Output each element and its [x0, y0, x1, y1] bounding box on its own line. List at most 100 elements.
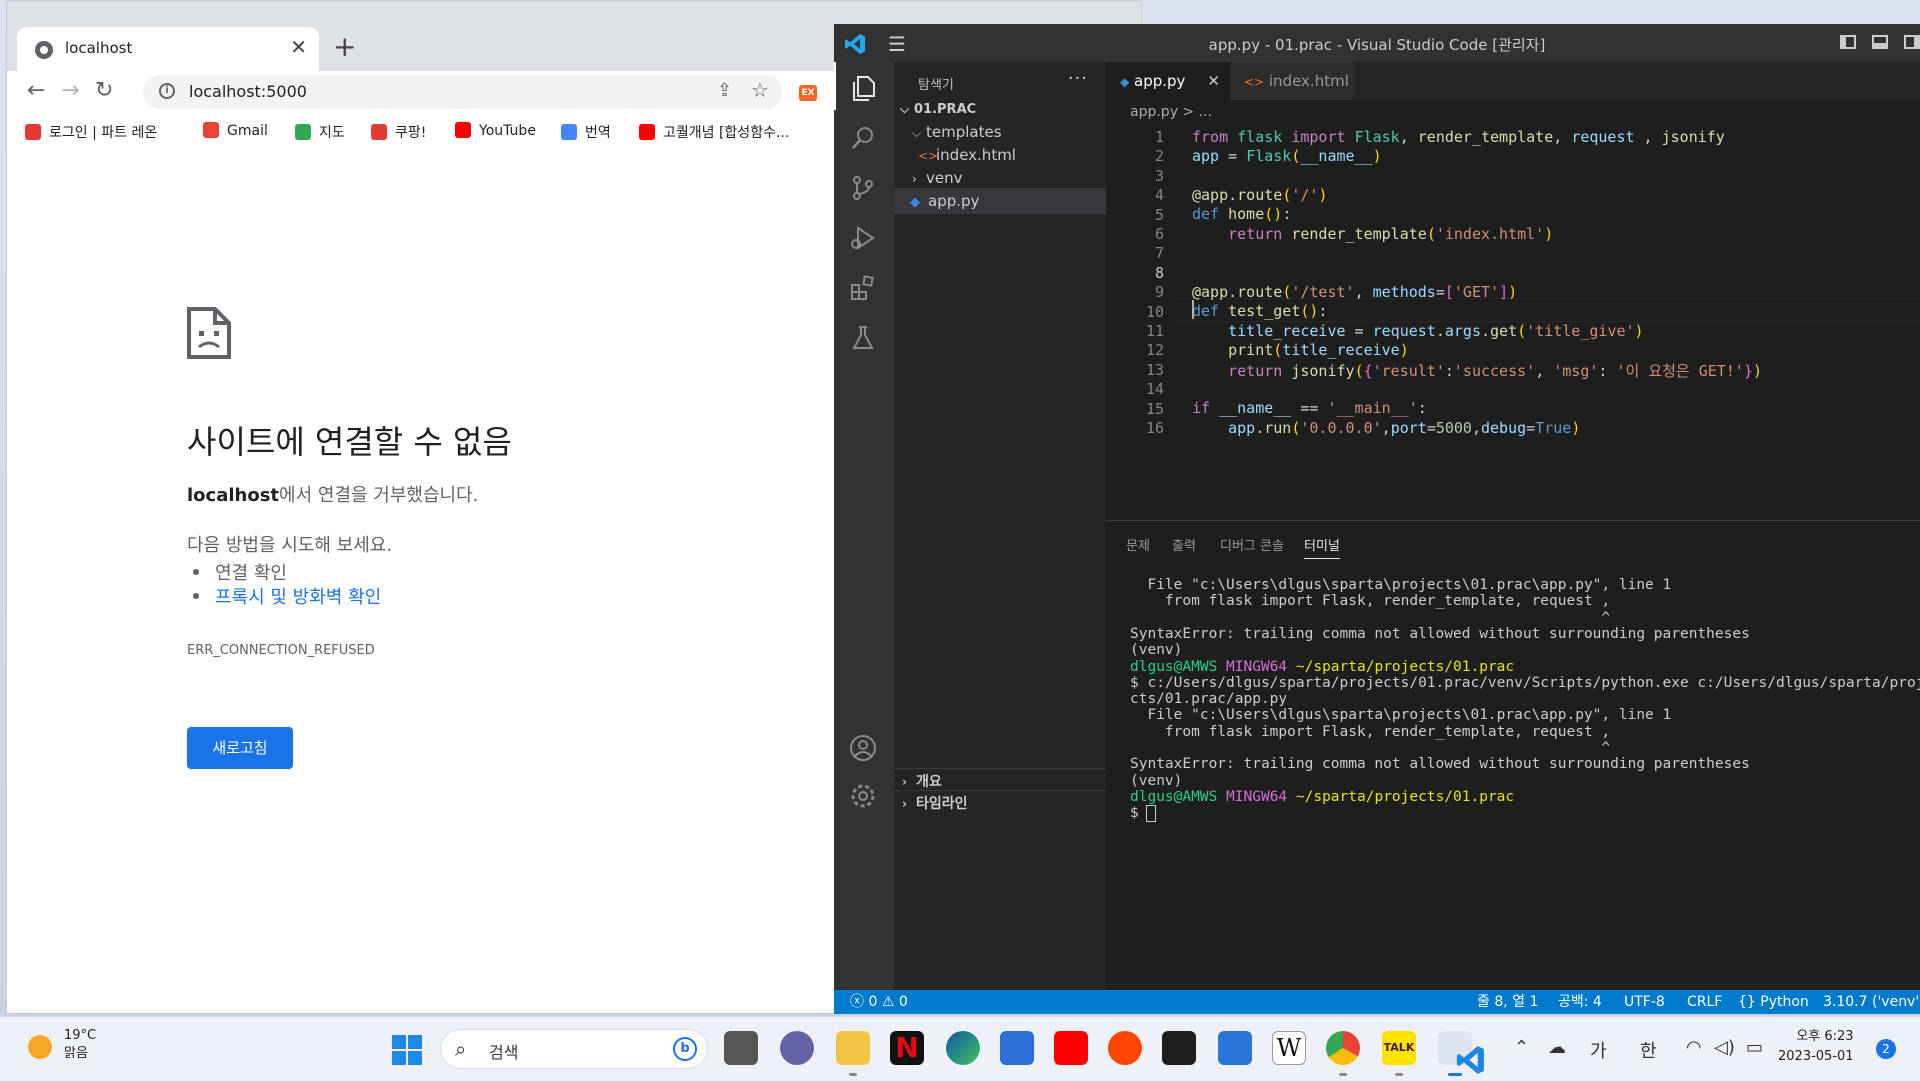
extensions-activity-icon[interactable] [834, 262, 894, 310]
timeline-section[interactable]: › 타임라인 [894, 790, 1106, 817]
python-interpreter[interactable]: 3.10.7 ('venv': [1823, 990, 1920, 1014]
run-debug-activity-icon[interactable] [834, 212, 894, 260]
code-line-10[interactable]: def test_get(): [1192, 302, 1327, 320]
tab-problems[interactable]: 문제 [1126, 535, 1150, 554]
search-activity-icon[interactable] [834, 112, 894, 160]
bookmark-item[interactable]: 고퀄개념 [합성함수... [639, 122, 789, 142]
code-line-15[interactable]: if __name__ == '__main__': [1192, 399, 1427, 417]
close-tab-icon[interactable]: ✕ [290, 36, 307, 58]
tab-output[interactable]: 출력 [1172, 535, 1196, 554]
code-line-12[interactable]: print(title_receive) [1192, 341, 1409, 359]
code-line-5[interactable]: def home(): [1192, 205, 1291, 223]
wifi-icon[interactable]: ◠ [1686, 1037, 1702, 1058]
suggestion-proxy-firewall-link[interactable]: 프록시 및 방화벽 확인 [192, 583, 381, 609]
file-explorer-icon[interactable] [836, 1031, 870, 1076]
line-number: 4 [1154, 186, 1164, 205]
edge-icon[interactable] [946, 1031, 980, 1065]
input-mode-han[interactable]: 한 [1640, 1037, 1657, 1063]
volume-icon[interactable]: ◁) [1714, 1037, 1735, 1058]
line-number: 15 [1145, 399, 1164, 418]
code-line-16[interactable]: app.run('0.0.0.0',port=5000,debug=True) [1192, 419, 1580, 437]
bottom-panel: 문제 출력 디버그 콘솔 터미널 File "c:\Users\dlgus\sp… [1106, 520, 1920, 991]
testing-activity-icon[interactable] [834, 312, 894, 360]
code-line-2[interactable]: app = Flask(__name__) [1192, 147, 1382, 165]
source-control-activity-icon[interactable] [834, 162, 894, 210]
toggle-secondary-sidebar-icon[interactable] [1904, 35, 1920, 49]
start-button[interactable] [392, 1035, 422, 1065]
notification-badge[interactable]: 2 [1876, 1039, 1896, 1059]
status-bar: ⓧ 0 ⚠ 0 줄 8, 열 1 공백: 4 UTF-8 CRLF {} Pyt… [834, 990, 1920, 1014]
extension-icon[interactable]: EX [799, 85, 817, 101]
tree-item-app-py[interactable]: ◆ app.py [894, 188, 1106, 214]
tab-terminal[interactable]: 터미널 [1304, 535, 1340, 559]
warning-count: 0 [898, 994, 908, 1010]
weather-widget[interactable]: 19°C 맑음 [64, 1027, 96, 1063]
youtube-icon[interactable] [1054, 1031, 1088, 1065]
battery-icon[interactable]: ▭ [1746, 1037, 1763, 1058]
reddit-icon[interactable] [1108, 1031, 1142, 1065]
code-line-4[interactable]: @app.route('/') [1192, 186, 1327, 204]
toggle-sidebar-icon[interactable] [1840, 35, 1856, 49]
bookmark-label: 지도 [319, 125, 345, 141]
language-mode[interactable]: {} Python [1738, 990, 1809, 1014]
tab-app-py[interactable]: ◆ app.py ✕ [1106, 62, 1230, 100]
bookmark-item[interactable]: 쿠팡! [371, 122, 426, 142]
vscode-taskbar-icon[interactable] [1438, 1031, 1484, 1076]
wikipedia-icon[interactable]: W [1272, 1031, 1306, 1065]
info-icon[interactable]: i [159, 83, 175, 99]
code-line-1[interactable]: from flask import Flask, render_template… [1192, 128, 1725, 146]
taskbar-search[interactable]: ⌕ 검색 b [440, 1029, 708, 1069]
cloud-offline-icon[interactable]: ☁ [1548, 1037, 1566, 1058]
bookmark-label: 번역 [585, 125, 611, 141]
toggle-panel-icon[interactable] [1872, 35, 1888, 49]
bookmark-item[interactable]: 지도 [295, 122, 345, 142]
share-icon[interactable]: ⇪ [717, 80, 732, 101]
teams-chat-icon[interactable] [780, 1031, 814, 1065]
accounts-activity-icon[interactable] [834, 722, 894, 770]
bookmark-star-icon[interactable]: ☆ [751, 78, 769, 102]
code-line-13[interactable]: return jsonify({'result':'success', 'msg… [1192, 360, 1762, 381]
bookmark-item[interactable]: 번역 [561, 122, 611, 142]
browser-tab[interactable]: localhost ✕ [17, 27, 319, 71]
sun-icon[interactable] [28, 1035, 52, 1059]
chrome-icon[interactable] [1326, 1031, 1360, 1076]
task-view-icon[interactable] [724, 1031, 758, 1065]
bing-icon[interactable]: b [673, 1037, 697, 1061]
code-editor[interactable]: ◆ app.py ✕ <> index.html app.py > ... 123… [1106, 62, 1920, 520]
settings-gear-icon[interactable] [834, 770, 894, 818]
code-line-11[interactable]: title_receive = request.args.get('title_… [1192, 322, 1643, 340]
kakaotalk-icon[interactable]: TALK [1382, 1031, 1416, 1076]
notepad-icon[interactable] [1218, 1031, 1252, 1065]
show-hidden-icons[interactable]: ⌃ [1514, 1037, 1529, 1058]
url-text[interactable]: localhost:5000 [189, 82, 307, 101]
code-line-9[interactable]: @app.route('/test', methods=['GET']) [1192, 283, 1517, 301]
new-tab-button[interactable]: + [333, 31, 356, 63]
breadcrumb[interactable]: app.py > ... [1130, 104, 1212, 120]
tab-debug-console[interactable]: 디버그 콘솔 [1220, 535, 1284, 554]
reload-icon[interactable]: ↻ [95, 77, 113, 105]
address-bar[interactable]: i localhost:5000 ⇪ ☆ [143, 75, 783, 109]
more-actions-icon[interactable]: ··· [1068, 68, 1088, 89]
bookmark-item[interactable]: YouTube [455, 122, 536, 142]
code-line-6[interactable]: return render_template('index.html') [1192, 225, 1553, 243]
back-icon[interactable]: ← [27, 77, 45, 105]
clock[interactable]: 오후 6:23 2023-05-01 [1778, 1027, 1854, 1067]
netflix-icon[interactable]: N [890, 1031, 924, 1065]
tab-index-html[interactable]: <> index.html [1230, 62, 1354, 100]
forward-icon[interactable]: → [61, 77, 79, 105]
bookmark-label: YouTube [479, 123, 536, 139]
taskbar: 19°C 맑음 ⌕ 검색 b N W TALK ⌃ ☁ 가 한 ◠ ◁) ▭ 오후… [0, 1016, 1920, 1081]
bookmark-item[interactable]: 로그인 | 파트 레온 [25, 122, 157, 142]
cursor-position[interactable]: 줄 8, 열 1 [1477, 990, 1538, 1014]
reload-button[interactable]: 새로고침 [187, 727, 293, 769]
input-mode-ga[interactable]: 가 [1590, 1037, 1607, 1063]
terminal-icon[interactable] [1162, 1031, 1196, 1065]
store-icon[interactable] [1000, 1031, 1034, 1065]
end-of-line[interactable]: CRLF [1687, 990, 1722, 1014]
indentation[interactable]: 공백: 4 [1558, 990, 1602, 1014]
problems-status[interactable]: ⓧ 0 ⚠ 0 [850, 990, 908, 1014]
explorer-activity-icon[interactable] [834, 62, 894, 110]
close-tab-icon[interactable]: ✕ [1207, 62, 1220, 100]
encoding[interactable]: UTF-8 [1624, 990, 1665, 1014]
bookmark-item[interactable]: Gmail [203, 122, 268, 142]
